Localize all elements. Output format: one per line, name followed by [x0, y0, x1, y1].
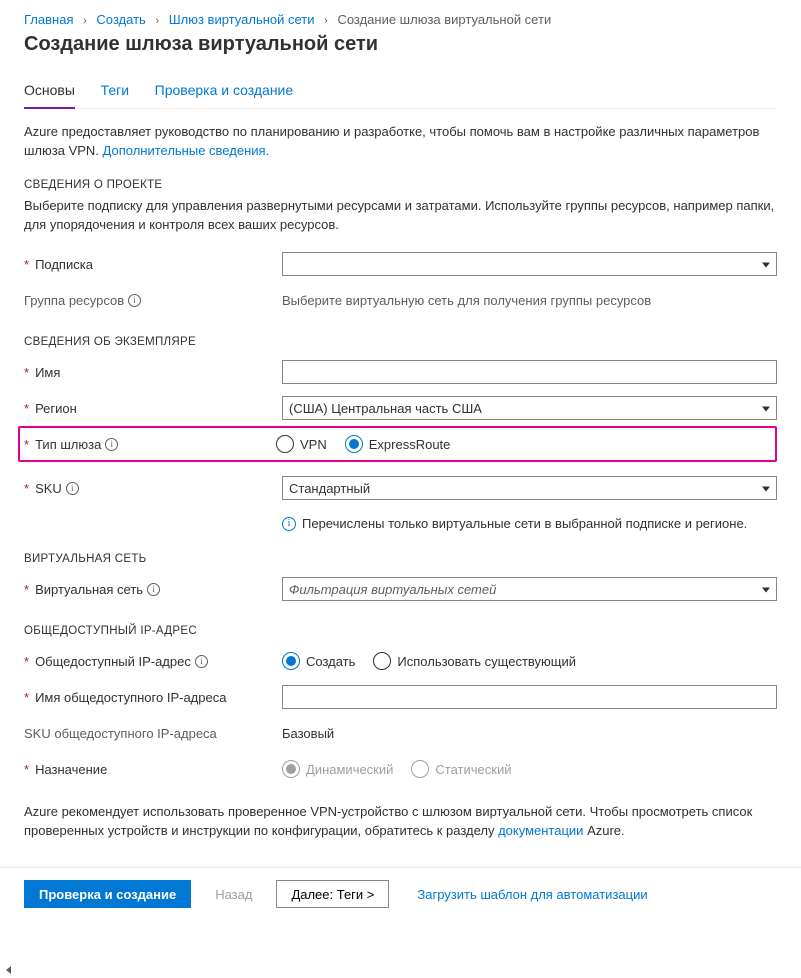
footnote: Azure рекомендует использовать проверенн…: [24, 803, 777, 841]
vnet-select[interactable]: Фильтрация виртуальных сетей: [282, 577, 777, 601]
assignment-static: Статический: [411, 760, 511, 778]
assignment-dynamic: Динамический: [282, 760, 393, 778]
review-create-button[interactable]: Проверка и создание: [24, 880, 191, 908]
intro-text: Azure предоставляет руководство по плани…: [24, 123, 777, 161]
section-vnet-heading: ВИРТУАЛЬНАЯ СЕТЬ: [24, 553, 777, 565]
breadcrumb: Главная › Создать › Шлюз виртуальной сет…: [24, 12, 777, 27]
gateway-type-expressroute[interactable]: ExpressRoute: [345, 435, 451, 453]
name-input[interactable]: [282, 360, 777, 384]
public-ip-sku-value: Базовый: [282, 726, 334, 741]
radio-icon: [373, 652, 391, 670]
tabs: Основы Теги Проверка и создание: [24, 74, 777, 109]
footer: Проверка и создание Назад Далее: Теги > …: [0, 867, 801, 920]
name-label: *Имя: [24, 365, 282, 380]
public-ip-sku-label: SKU общедоступного IP-адреса: [24, 726, 282, 741]
region-select[interactable]: (США) Центральная часть США: [282, 396, 777, 420]
gateway-type-row: *Тип шлюза i VPN ExpressRoute: [18, 426, 777, 462]
back-button: Назад: [201, 880, 266, 908]
chevron-right-icon: ›: [155, 15, 159, 27]
public-ip-existing[interactable]: Использовать существующий: [373, 652, 576, 670]
subscription-label: *Подписка: [24, 257, 282, 272]
info-icon[interactable]: i: [105, 438, 118, 451]
breadcrumb-create[interactable]: Создать: [96, 12, 145, 27]
tab-review[interactable]: Проверка и создание: [155, 74, 294, 108]
page-title: Создание шлюза виртуальной сети: [24, 33, 777, 56]
tab-tags[interactable]: Теги: [101, 74, 129, 108]
section-project-desc: Выберите подписку для управления разверн…: [24, 197, 777, 235]
sku-hint: i Перечислены только виртуальные сети в …: [282, 506, 777, 535]
info-icon[interactable]: i: [195, 655, 208, 668]
chevron-right-icon: ›: [83, 15, 87, 27]
assignment-label: *Назначение: [24, 762, 282, 777]
download-template-link[interactable]: Загрузить шаблон для автоматизации: [413, 880, 651, 908]
radio-icon: [282, 760, 300, 778]
next-button[interactable]: Далее: Теги >: [276, 880, 389, 908]
intro-link[interactable]: Дополнительные сведения.: [103, 143, 270, 158]
gateway-type-label: *Тип шлюза i: [24, 437, 276, 452]
sku-label: *SKU i: [24, 481, 282, 496]
radio-icon: [345, 435, 363, 453]
sku-select[interactable]: Стандартный: [282, 476, 777, 500]
public-ip-name-label: *Имя общедоступного IP-адреса: [24, 690, 282, 705]
breadcrumb-current: Создание шлюза виртуальной сети: [337, 12, 551, 27]
public-ip-label: *Общедоступный IP-адрес i: [24, 654, 282, 669]
subscription-select[interactable]: [282, 252, 777, 276]
radio-icon: [282, 652, 300, 670]
info-icon: i: [282, 517, 296, 531]
chevron-right-icon: ›: [324, 15, 328, 27]
radio-icon: [276, 435, 294, 453]
resource-group-label: Группа ресурсов i: [24, 293, 282, 308]
breadcrumb-gateway[interactable]: Шлюз виртуальной сети: [169, 12, 315, 27]
public-ip-create[interactable]: Создать: [282, 652, 355, 670]
section-ip-heading: ОБЩЕДОСТУПНЫЙ IP-АДРЕС: [24, 625, 777, 637]
section-project-heading: СВЕДЕНИЯ О ПРОЕКТЕ: [24, 179, 777, 191]
resource-group-placeholder: Выберите виртуальную сеть для получения …: [282, 293, 651, 308]
gateway-type-vpn[interactable]: VPN: [276, 435, 327, 453]
footnote-link[interactable]: документации: [498, 823, 583, 838]
info-icon[interactable]: i: [128, 294, 141, 307]
region-label: *Регион: [24, 401, 282, 416]
vnet-label: *Виртуальная сеть i: [24, 582, 282, 597]
breadcrumb-home[interactable]: Главная: [24, 12, 73, 27]
section-instance-heading: СВЕДЕНИЯ ОБ ЭКЗЕМПЛЯРЕ: [24, 336, 777, 348]
info-icon[interactable]: i: [147, 583, 160, 596]
scroll-left-icon[interactable]: [0, 962, 16, 978]
radio-icon: [411, 760, 429, 778]
tab-basics[interactable]: Основы: [24, 74, 75, 108]
info-icon[interactable]: i: [66, 482, 79, 495]
public-ip-name-input[interactable]: [282, 685, 777, 709]
